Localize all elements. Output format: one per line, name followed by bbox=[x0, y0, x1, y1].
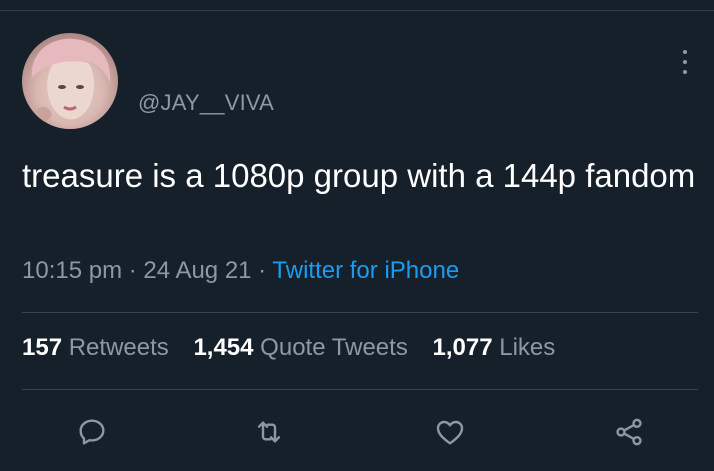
share-icon bbox=[616, 418, 642, 446]
action-bar bbox=[0, 410, 714, 454]
tweet-stats: 157 Retweets 1,454 Quote Tweets 1,077 Li… bbox=[22, 334, 573, 362]
likes-stat[interactable]: 1,077 Likes bbox=[433, 334, 556, 361]
retweet-icon bbox=[257, 421, 281, 443]
avatar-image bbox=[31, 38, 111, 122]
user-handle[interactable]: @JAY__VIVA bbox=[138, 90, 274, 116]
reply-icon bbox=[79, 419, 105, 445]
quote-tweets-label: Quote Tweets bbox=[260, 334, 408, 361]
meta-separator: · bbox=[251, 257, 273, 284]
like-icon bbox=[436, 420, 464, 445]
retweets-stat[interactable]: 157 Retweets bbox=[22, 334, 169, 361]
likes-count: 1,077 bbox=[432, 334, 493, 361]
like-button[interactable] bbox=[428, 410, 472, 454]
tweet-date[interactable]: 24 Aug 21 bbox=[143, 257, 251, 284]
more-dot bbox=[683, 50, 687, 54]
avatar[interactable] bbox=[22, 33, 118, 129]
divider bbox=[22, 389, 698, 390]
tweet-source-link[interactable]: Twitter for iPhone bbox=[272, 257, 459, 284]
tweet-text: treasure is a 1080p group with a 144p fa… bbox=[22, 157, 696, 194]
tweet-time[interactable]: 10:15 pm bbox=[22, 257, 122, 284]
share-button[interactable] bbox=[607, 410, 651, 454]
divider bbox=[22, 312, 698, 313]
retweets-label: Retweets bbox=[68, 334, 169, 361]
quote-tweets-stat[interactable]: 1,454 Quote Tweets bbox=[193, 334, 407, 361]
top-divider bbox=[0, 10, 714, 11]
likes-label: Likes bbox=[499, 334, 556, 361]
more-dot bbox=[683, 60, 687, 64]
more-options-icon[interactable] bbox=[678, 50, 692, 74]
meta-separator: · bbox=[122, 257, 144, 284]
reply-button[interactable] bbox=[70, 410, 114, 454]
more-dot bbox=[683, 70, 687, 74]
retweet-button[interactable] bbox=[247, 410, 291, 454]
tweet-meta: 10:15 pm · 24 Aug 21 · Twitter for iPhon… bbox=[22, 257, 459, 285]
retweets-count: 157 bbox=[22, 334, 63, 361]
quote-tweets-count: 1,454 bbox=[193, 334, 254, 361]
